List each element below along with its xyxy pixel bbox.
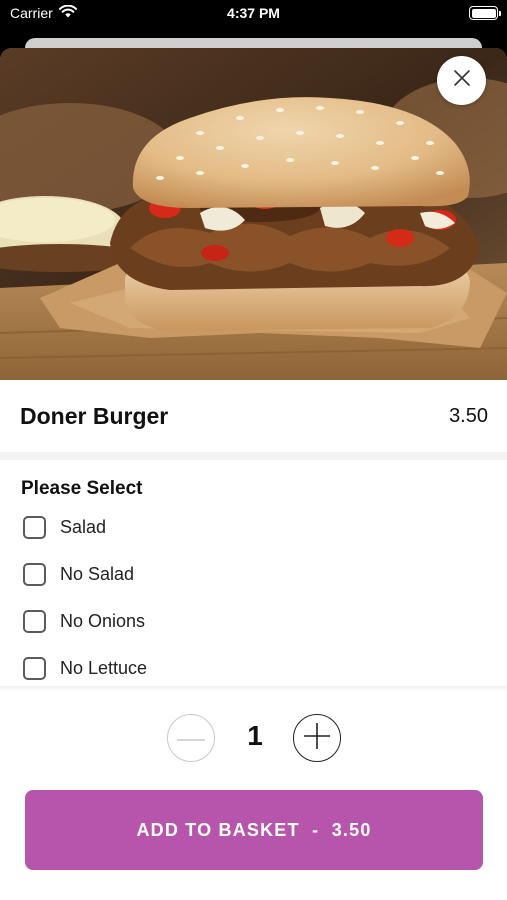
- checkbox[interactable]: [23, 657, 46, 680]
- product-title-row: Doner Burger 3.50: [0, 380, 507, 452]
- option-label: No Lettuce: [60, 658, 148, 678]
- footer-divider: [0, 686, 507, 692]
- option-label: No Salad: [60, 564, 135, 584]
- close-button[interactable]: [437, 56, 486, 105]
- quantity-stepper: 1: [0, 714, 507, 762]
- checkbox[interactable]: [23, 610, 46, 633]
- product-price: 3.50: [449, 404, 488, 427]
- decrease-quantity-button[interactable]: [167, 714, 215, 762]
- status-bar: Carrier 4:37 PM: [0, 0, 507, 36]
- section-divider: [0, 452, 507, 460]
- option-label: No Onions: [60, 611, 146, 631]
- option-no-onions[interactable]: No Onions: [23, 610, 145, 633]
- close-icon: [453, 69, 471, 92]
- product-sheet: Doner Burger 3.50 Please Select Salad No…: [0, 48, 507, 900]
- option-salad[interactable]: Salad: [23, 516, 106, 539]
- option-no-salad[interactable]: No Salad: [23, 563, 134, 586]
- option-label: Salad: [60, 517, 107, 537]
- increase-quantity-button[interactable]: [293, 714, 341, 762]
- plus-icon: [303, 722, 331, 755]
- product-name: Doner Burger: [20, 402, 169, 429]
- checkbox[interactable]: [23, 516, 46, 539]
- add-to-basket-button[interactable]: ADD TO BASKET - 3.50: [25, 790, 483, 870]
- product-image: [0, 48, 507, 380]
- quantity-value: 1: [247, 720, 263, 751]
- checkbox[interactable]: [23, 563, 46, 586]
- option-no-lettuce[interactable]: No Lettuce: [23, 657, 147, 680]
- minus-icon: [176, 729, 206, 747]
- battery-icon: [469, 6, 501, 20]
- options-heading: Please Select: [21, 478, 143, 499]
- status-time: 4:37 PM: [227, 5, 280, 21]
